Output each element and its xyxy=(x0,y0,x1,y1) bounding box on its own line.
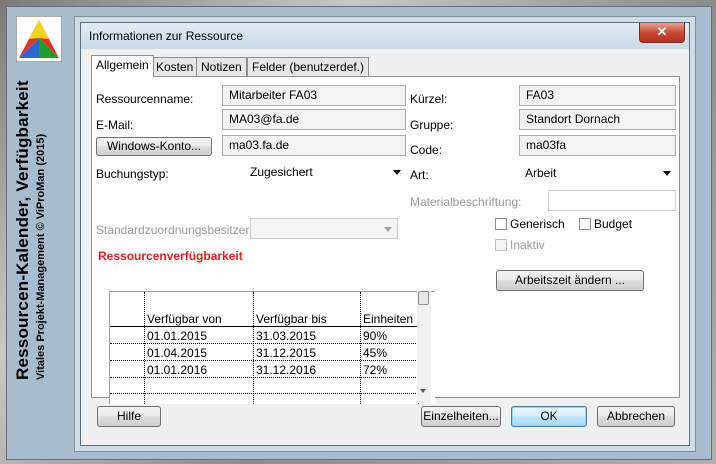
row-2-to[interactable]: 31.12.2015 xyxy=(256,346,316,360)
column-header-units[interactable]: Einheiten xyxy=(363,312,413,326)
availability-table[interactable]: Verfügbar von Verfügbar bis Einheiten 01… xyxy=(109,291,435,404)
row-1-to[interactable]: 31.03.2015 xyxy=(256,329,316,343)
side-title: Ressourcen-Kalender, Verfügbarkeit xyxy=(13,80,32,380)
column-header-from[interactable]: Verfügbar von xyxy=(147,312,222,326)
generic-label: Generisch xyxy=(510,217,565,231)
budget-label: Budget xyxy=(594,217,633,231)
tab-kosten[interactable]: Kosten xyxy=(151,57,199,76)
general-tab-panel: Ressourcenname: Mitarbeiter FA03 E-Mail:… xyxy=(91,76,680,404)
short-field[interactable]: FA03 xyxy=(519,85,676,106)
side-caption: Ressourcen-Kalender, Verfügbarkeit Vital… xyxy=(13,80,47,380)
row-separator xyxy=(110,377,418,378)
code-label: Code: xyxy=(410,143,443,157)
column-header-to[interactable]: Verfügbar bis xyxy=(256,312,327,326)
type-label: Art: xyxy=(410,168,429,182)
short-label: Kürzel: xyxy=(410,92,448,106)
grid-line xyxy=(253,292,254,404)
resource-name-field[interactable]: Mitarbeiter FA03 xyxy=(222,85,406,106)
change-worktime-button[interactable]: Arbeitszeit ändern ... xyxy=(496,270,644,291)
group-label: Gruppe: xyxy=(410,118,454,132)
availability-title: Ressourcenverfügbarkeit xyxy=(98,249,243,263)
material-field[interactable] xyxy=(548,190,676,211)
booking-type-label: Buchungstyp: xyxy=(96,167,169,181)
tab-allgemein[interactable]: Allgemein xyxy=(91,55,154,77)
row-3-units[interactable]: 72% xyxy=(363,363,387,377)
details-button[interactable]: Einzelheiten... xyxy=(421,406,501,427)
cancel-button[interactable]: Abbrechen xyxy=(597,406,675,427)
help-button[interactable]: Hilfe xyxy=(97,406,161,427)
tab-notizen[interactable]: Notizen xyxy=(196,57,247,76)
row-3-from[interactable]: 01.01.2016 xyxy=(147,363,207,377)
type-value: Arbeit xyxy=(525,166,557,180)
booking-type-value: Zugesichert xyxy=(250,165,313,179)
close-button[interactable]: ✕ xyxy=(639,23,685,43)
header-separator xyxy=(110,326,418,327)
budget-checkbox[interactable] xyxy=(579,218,591,230)
row-3-to[interactable]: 31.12.2016 xyxy=(256,363,316,377)
assignment-owner-select[interactable] xyxy=(250,218,398,239)
type-select[interactable]: Arbeit xyxy=(519,163,676,184)
scroll-down-icon[interactable] xyxy=(420,389,426,393)
side-subtitle: Vitales Projekt-Management © ViProMan (2… xyxy=(35,133,47,380)
chevron-down-icon xyxy=(384,227,392,232)
row-separator xyxy=(110,393,418,394)
inactive-label: Inaktiv xyxy=(510,238,545,252)
scrollbar-thumb[interactable] xyxy=(418,291,429,305)
ok-button[interactable]: OK xyxy=(511,406,587,427)
resource-info-dialog: Informationen zur Ressource ✕ Allgemein … xyxy=(80,22,690,446)
tab-felder[interactable]: Felder (benutzerdef.) xyxy=(247,57,370,76)
material-label: Materialbeschriftung: xyxy=(410,195,522,209)
title-bar: Informationen zur Ressource ✕ xyxy=(81,23,689,49)
resource-name-label: Ressourcenname: xyxy=(96,92,194,106)
chevron-down-icon xyxy=(663,171,671,176)
grid-line xyxy=(144,292,145,404)
email-field[interactable]: MA03@fa.de xyxy=(222,109,406,130)
row-2-units[interactable]: 45% xyxy=(363,346,387,360)
windows-account-field[interactable]: ma03.fa.de xyxy=(222,135,406,156)
row-1-units[interactable]: 90% xyxy=(363,329,387,343)
chevron-down-icon xyxy=(393,170,401,175)
code-field[interactable]: ma03fa xyxy=(519,135,676,156)
row-1-from[interactable]: 01.01.2015 xyxy=(147,329,207,343)
generic-checkbox[interactable] xyxy=(495,218,507,230)
inactive-checkbox[interactable] xyxy=(495,239,507,251)
row-separator xyxy=(110,360,418,361)
windows-account-button[interactable]: Windows-Konto... xyxy=(96,137,212,156)
outer-frame: Ressourcen-Kalender, Verfügbarkeit Vital… xyxy=(0,0,716,464)
dialog-title: Informationen zur Ressource xyxy=(89,29,244,43)
table-scrollbar[interactable] xyxy=(417,291,431,403)
booking-type-select[interactable]: Zugesichert xyxy=(244,162,406,183)
triangle-logo-icon xyxy=(16,16,62,62)
assignment-owner-label: Standardzuordnungsbesitzer: xyxy=(96,223,253,237)
group-field[interactable]: Standort Dornach xyxy=(519,109,676,130)
grid-line xyxy=(360,292,361,404)
row-separator xyxy=(110,343,418,344)
email-label: E-Mail: xyxy=(96,118,134,132)
row-2-from[interactable]: 01.04.2015 xyxy=(147,346,207,360)
